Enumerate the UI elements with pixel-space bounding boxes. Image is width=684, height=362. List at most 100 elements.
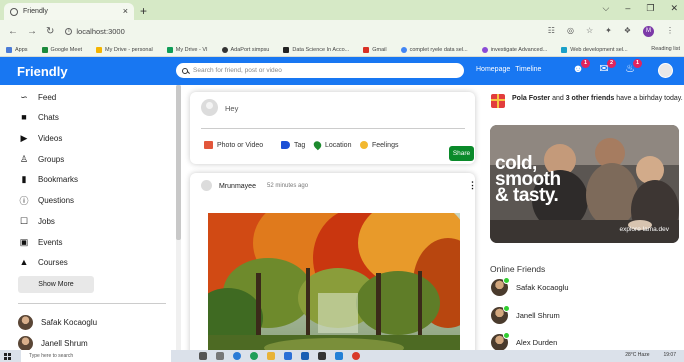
messages-icon[interactable]: ✉ 2	[597, 59, 616, 76]
sidebar-friend[interactable]: Janell Shrum	[18, 336, 88, 351]
friend-requests-icon[interactable]: ☻ 1	[571, 59, 590, 76]
smiley-icon	[360, 141, 368, 149]
more-options-icon[interactable]: ⋮	[468, 180, 477, 191]
new-tab-button[interactable]: +	[140, 3, 147, 20]
star-icon[interactable]: ☆	[586, 26, 593, 37]
bookmark-adaport[interactable]: AdaPort simpsu	[221, 46, 269, 53]
gift-icon	[491, 94, 505, 108]
bookmark-web-dev[interactable]: Web development sel...	[561, 46, 628, 53]
homepage-link[interactable]: Homepage	[476, 66, 510, 73]
bookmark-drive-vi[interactable]: My Drive - VI	[166, 46, 208, 53]
share-button[interactable]: Share	[449, 146, 474, 161]
online-status-dot	[503, 332, 510, 339]
task-view-icon[interactable]	[216, 352, 224, 360]
share-input[interactable]: Hey	[225, 104, 238, 113]
extension-icon[interactable]: ✦	[605, 26, 612, 37]
sidebar-item-feed[interactable]: ∽ Feed	[19, 92, 56, 102]
reload-icon[interactable]: ↻	[46, 26, 54, 37]
bookmark-data-science[interactable]: Data Science In Acco...	[283, 46, 349, 53]
info-icon[interactable]: i	[65, 28, 73, 35]
search-input[interactable]: Search for friend, post or video	[193, 67, 282, 74]
share-option-feelings[interactable]: Feelings	[360, 141, 398, 149]
post-author-avatar[interactable]	[201, 180, 212, 191]
clock[interactable]: 19:07	[663, 352, 676, 358]
share-option-location[interactable]: Location	[312, 139, 351, 151]
weather-status[interactable]: 28°C Haze	[625, 352, 649, 358]
sidebar-item-events[interactable]: ▣ Events	[19, 237, 63, 247]
gmail-icon	[363, 46, 370, 53]
online-friend[interactable]: Alex Durden	[491, 332, 557, 351]
app-logo[interactable]: Friendly	[17, 64, 68, 79]
back-arrow-icon[interactable]: ←	[8, 26, 18, 37]
tab-search-icon[interactable]: ⌵	[603, 3, 610, 14]
online-friend[interactable]: Safak Kocaoglu	[491, 277, 569, 296]
bookmark-complet[interactable]: complet ryele data sel...	[400, 46, 468, 53]
group-icon: ♙	[19, 153, 29, 164]
chat-icon: ■	[21, 112, 27, 122]
mail-icon[interactable]	[301, 352, 309, 360]
sidebar-item-groups[interactable]: ♙ Groups	[19, 154, 64, 164]
taskbar-search[interactable]: Type here to search	[21, 350, 171, 362]
online-friend[interactable]: Janell Shrum	[491, 305, 560, 324]
store-icon[interactable]	[284, 352, 292, 360]
translate-icon[interactable]: ☷	[548, 26, 555, 37]
ad-link[interactable]: explore lama.dev	[620, 226, 670, 233]
sidebar-item-videos[interactable]: ▶ Videos	[19, 133, 63, 143]
friend-avatar	[18, 336, 33, 351]
window-controls: ⌵ – ❐ ✕	[603, 3, 678, 14]
url-text: localhost:3000	[76, 27, 125, 36]
bookmark-gmail[interactable]: Gmail	[363, 46, 387, 53]
tab-title: Friendly	[23, 8, 48, 15]
sidebar-friend[interactable]: Safak Kocaoglu	[18, 315, 97, 330]
sidebar-item-bookmarks[interactable]: ▮ Bookmarks	[19, 174, 79, 184]
globe-icon	[10, 7, 18, 16]
advertisement-banner[interactable]: cold, smooth & tasty. explore lama.dev	[490, 125, 679, 243]
show-more-button[interactable]: Show More	[18, 276, 94, 293]
search-box[interactable]: Search for friend, post or video	[176, 63, 464, 78]
sidebar-item-questions[interactable]: ⓘ Questions	[19, 195, 74, 206]
timeline-link[interactable]: Timeline	[515, 66, 541, 73]
notification-badge: 1	[633, 59, 642, 68]
friend-avatar	[18, 315, 33, 330]
app-icon[interactable]	[352, 352, 360, 360]
minimize-button[interactable]: –	[625, 3, 630, 14]
profile-avatar[interactable]: M	[643, 26, 654, 37]
search-icon	[182, 67, 188, 74]
post-author-name[interactable]: Mrunmayee	[219, 183, 256, 190]
user-avatar[interactable]	[658, 63, 673, 78]
post-timestamp: 52 minutes ago	[267, 183, 309, 189]
sidebar-item-courses[interactable]: ▲ Courses	[19, 257, 68, 267]
bookmark-apps[interactable]: Apps	[6, 46, 28, 53]
share-icon[interactable]: ◎	[567, 26, 574, 37]
online-status-dot	[503, 277, 510, 284]
browser-tab[interactable]: Friendly ×	[4, 3, 134, 20]
edge-icon[interactable]	[233, 352, 241, 360]
forward-arrow-icon[interactable]: →	[27, 26, 37, 37]
ad-headline: & tasty.	[495, 185, 559, 206]
bookmark-google-meet[interactable]: Google Meet	[41, 46, 82, 53]
vscode-icon[interactable]	[335, 352, 343, 360]
close-window-button[interactable]: ✕	[670, 3, 678, 14]
search-icon[interactable]	[199, 352, 207, 360]
tag-icon	[281, 141, 290, 149]
app-icon[interactable]	[318, 352, 326, 360]
url-field[interactable]: i localhost:3000	[65, 27, 125, 36]
sidebar-item-chats[interactable]: ■ Chats	[19, 112, 59, 122]
notifications-bell-icon[interactable]: ♨ 1	[623, 59, 642, 76]
menu-dots-icon[interactable]: ⋮	[666, 26, 674, 37]
folder-icon[interactable]	[267, 352, 275, 360]
puzzle-icon[interactable]: ❖	[624, 26, 631, 37]
windows-start-icon[interactable]	[4, 352, 11, 360]
bookmark-reading-list[interactable]: Reading list	[651, 46, 680, 52]
share-option-photo[interactable]: Photo or Video	[204, 141, 263, 149]
bookmark-drive-personal[interactable]: My Drive - personal	[96, 46, 153, 53]
bookmark-investigate[interactable]: investigate Advanced...	[481, 46, 547, 53]
sidebar-item-jobs[interactable]: ☐ Jobs	[19, 216, 55, 226]
maximize-button[interactable]: ❐	[646, 3, 654, 14]
chrome-icon[interactable]	[250, 352, 258, 360]
system-tray: 28°C Haze 19:07	[625, 352, 676, 358]
share-option-tag[interactable]: Tag	[281, 141, 305, 149]
post-image[interactable]	[208, 213, 460, 362]
browser-tab-bar: Friendly × + ⌵ – ❐ ✕	[0, 0, 684, 20]
tab-close-icon[interactable]: ×	[123, 6, 128, 16]
